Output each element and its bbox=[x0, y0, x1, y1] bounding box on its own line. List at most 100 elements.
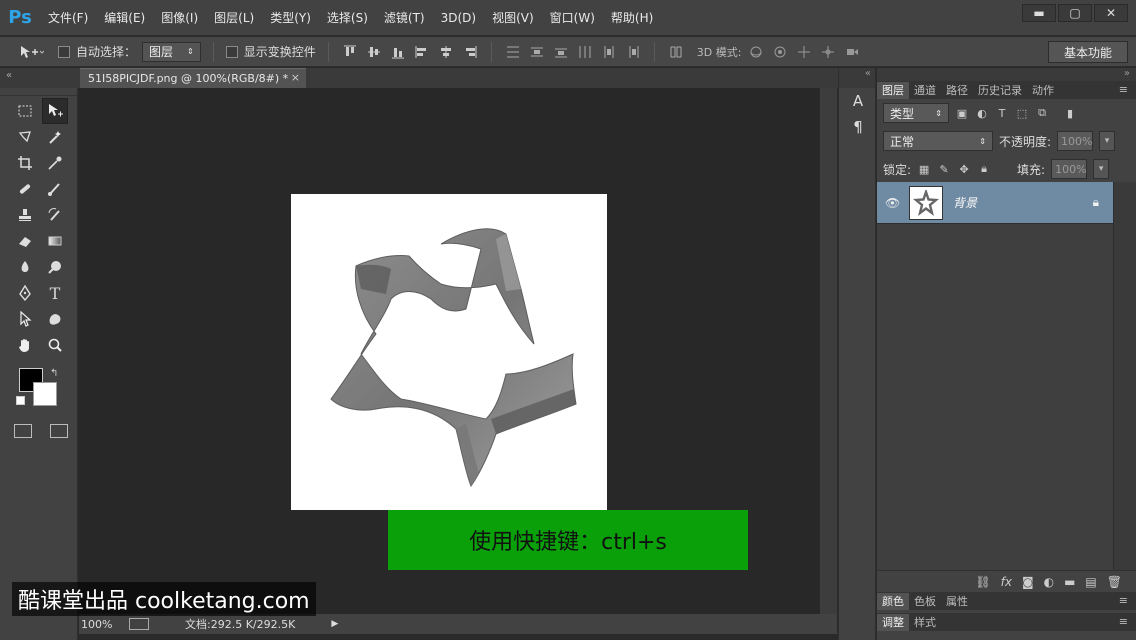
align-top-icon[interactable] bbox=[341, 43, 359, 61]
3d-roll-icon[interactable] bbox=[771, 43, 789, 61]
eraser-tool-icon[interactable] bbox=[12, 228, 38, 254]
panel-menu-icon[interactable]: ≡ bbox=[1119, 594, 1128, 607]
panel-menu-icon[interactable]: ≡ bbox=[1119, 615, 1128, 628]
hand-tool-icon[interactable] bbox=[12, 332, 38, 358]
menu-layer[interactable]: 图层(L) bbox=[206, 0, 262, 36]
filter-smart-object-icon[interactable]: ⧉ bbox=[1035, 106, 1049, 120]
tab-properties[interactable]: 属性 bbox=[941, 593, 973, 610]
expand-panels-icon[interactable]: » bbox=[877, 68, 1136, 81]
character-panel-icon[interactable]: A bbox=[839, 88, 877, 114]
auto-select-dropdown[interactable]: 图层 ⇕ bbox=[142, 41, 201, 62]
3d-pan-icon[interactable] bbox=[795, 43, 813, 61]
blend-mode-dropdown[interactable]: 正常 ⇕ bbox=[883, 131, 993, 151]
distribute-top-icon[interactable] bbox=[504, 43, 522, 61]
move-tool-icon[interactable] bbox=[42, 98, 68, 124]
menu-view[interactable]: 视图(V) bbox=[484, 0, 542, 36]
filter-type-icon[interactable]: T bbox=[995, 106, 1009, 120]
menu-image[interactable]: 图像(I) bbox=[153, 0, 206, 36]
zoom-tool-icon[interactable] bbox=[42, 332, 68, 358]
close-tab-icon[interactable]: × bbox=[291, 71, 300, 84]
document-tab[interactable]: 51I58PICJDF.png @ 100%(RGB/8#) * × bbox=[80, 68, 306, 88]
swap-colors-icon[interactable]: ↰ bbox=[50, 368, 58, 379]
workspace-button[interactable]: 基本功能 bbox=[1048, 41, 1128, 63]
tab-history[interactable]: 历史记录 bbox=[973, 82, 1027, 99]
type-tool-icon[interactable]: T bbox=[42, 280, 68, 306]
auto-align-layers-icon[interactable] bbox=[667, 43, 685, 61]
filter-pixel-icon[interactable]: ▣ bbox=[955, 106, 969, 120]
menu-filter[interactable]: 滤镜(T) bbox=[376, 0, 433, 36]
distribute-vcenter-icon[interactable] bbox=[528, 43, 546, 61]
status-menu-arrow-icon[interactable]: ▶ bbox=[331, 619, 338, 629]
filter-toggle-icon[interactable]: ▮ bbox=[1063, 106, 1077, 120]
tab-channels[interactable]: 通道 bbox=[909, 82, 941, 99]
minimize-button[interactable]: ▬ bbox=[1022, 4, 1056, 22]
close-button[interactable]: ✕ bbox=[1094, 4, 1128, 22]
screen-mode-icon[interactable] bbox=[50, 424, 68, 438]
tab-actions[interactable]: 动作 bbox=[1027, 82, 1059, 99]
3d-scale-icon[interactable] bbox=[843, 43, 861, 61]
brush-tool-icon[interactable] bbox=[42, 176, 68, 202]
visibility-eye-icon[interactable]: 👁︎ bbox=[885, 196, 901, 210]
tab-swatches[interactable]: 色板 bbox=[909, 593, 941, 610]
layer-style-icon[interactable]: fx bbox=[1001, 575, 1012, 589]
gradient-tool-icon[interactable] bbox=[42, 228, 68, 254]
new-layer-icon[interactable]: ▤ bbox=[1085, 575, 1096, 589]
menu-type[interactable]: 类型(Y) bbox=[262, 0, 319, 36]
align-bottom-icon[interactable] bbox=[389, 43, 407, 61]
paragraph-panel-icon[interactable]: ¶ bbox=[839, 114, 877, 140]
align-left-icon[interactable] bbox=[413, 43, 431, 61]
document-canvas[interactable] bbox=[291, 194, 607, 510]
align-vcenter-icon[interactable] bbox=[365, 43, 383, 61]
quick-mask-icon[interactable] bbox=[14, 424, 32, 438]
pen-tool-icon[interactable] bbox=[12, 280, 38, 306]
opacity-dropdown-icon[interactable]: ▾ bbox=[1099, 131, 1116, 151]
lock-transparent-icon[interactable]: ▦ bbox=[917, 162, 931, 176]
opacity-input[interactable]: 100% bbox=[1057, 131, 1094, 151]
distribute-right-icon[interactable] bbox=[624, 43, 642, 61]
collapse-toolbox-icon[interactable]: « bbox=[6, 70, 12, 81]
zoom-level[interactable]: 100% bbox=[79, 618, 123, 631]
crop-tool-icon[interactable] bbox=[12, 150, 38, 176]
show-transform-checkbox[interactable] bbox=[225, 45, 238, 58]
menu-window[interactable]: 窗口(W) bbox=[542, 0, 603, 36]
tab-layers[interactable]: 图层 bbox=[877, 82, 909, 99]
3d-rotate-icon[interactable] bbox=[747, 43, 765, 61]
link-layers-icon[interactable]: ⛓︎ bbox=[975, 575, 990, 589]
filter-shape-icon[interactable]: ⬚ bbox=[1015, 106, 1029, 120]
move-tool-preset-picker[interactable] bbox=[10, 41, 52, 63]
auto-select-checkbox[interactable] bbox=[58, 45, 70, 58]
tab-styles[interactable]: 样式 bbox=[909, 614, 941, 631]
layers-scrollbar[interactable] bbox=[1113, 182, 1136, 570]
3d-slide-icon[interactable] bbox=[819, 43, 837, 61]
menu-help[interactable]: 帮助(H) bbox=[603, 0, 661, 36]
tab-paths[interactable]: 路径 bbox=[941, 82, 973, 99]
new-group-icon[interactable]: ▬ bbox=[1064, 575, 1075, 589]
collapse-panels-icon[interactable]: « bbox=[839, 68, 875, 88]
marquee-tool-icon[interactable] bbox=[12, 98, 38, 124]
lock-all-icon[interactable]: 🔒︎ bbox=[977, 162, 991, 176]
align-right-icon[interactable] bbox=[461, 43, 479, 61]
align-hcenter-icon[interactable] bbox=[437, 43, 455, 61]
menu-3d[interactable]: 3D(D) bbox=[433, 0, 484, 36]
status-info-icon[interactable] bbox=[129, 618, 149, 630]
eyedropper-icon[interactable] bbox=[42, 150, 68, 176]
history-brush-icon[interactable] bbox=[42, 202, 68, 228]
default-colors-icon[interactable] bbox=[16, 396, 25, 405]
toolbox-grip[interactable] bbox=[0, 88, 77, 96]
filter-kind-dropdown[interactable]: 类型 ⇕ bbox=[883, 103, 949, 123]
clone-stamp-icon[interactable] bbox=[12, 202, 38, 228]
adjustment-layer-icon[interactable]: ◐ bbox=[1044, 575, 1054, 589]
layer-name[interactable]: 背景 bbox=[953, 194, 977, 211]
custom-shape-icon[interactable] bbox=[42, 306, 68, 332]
add-mask-icon[interactable]: ◙ bbox=[1022, 575, 1034, 589]
filter-adjustment-icon[interactable]: ◐ bbox=[975, 106, 989, 120]
lasso-tool-icon[interactable] bbox=[12, 124, 38, 150]
tab-color[interactable]: 颜色 bbox=[877, 593, 909, 610]
dodge-tool-icon[interactable] bbox=[42, 254, 68, 280]
fill-input[interactable]: 100% bbox=[1051, 159, 1088, 179]
distribute-left-icon[interactable] bbox=[576, 43, 594, 61]
menu-file[interactable]: 文件(F) bbox=[40, 0, 96, 36]
menu-edit[interactable]: 编辑(E) bbox=[96, 0, 153, 36]
menu-select[interactable]: 选择(S) bbox=[319, 0, 376, 36]
tab-adjustments[interactable]: 调整 bbox=[877, 614, 909, 631]
